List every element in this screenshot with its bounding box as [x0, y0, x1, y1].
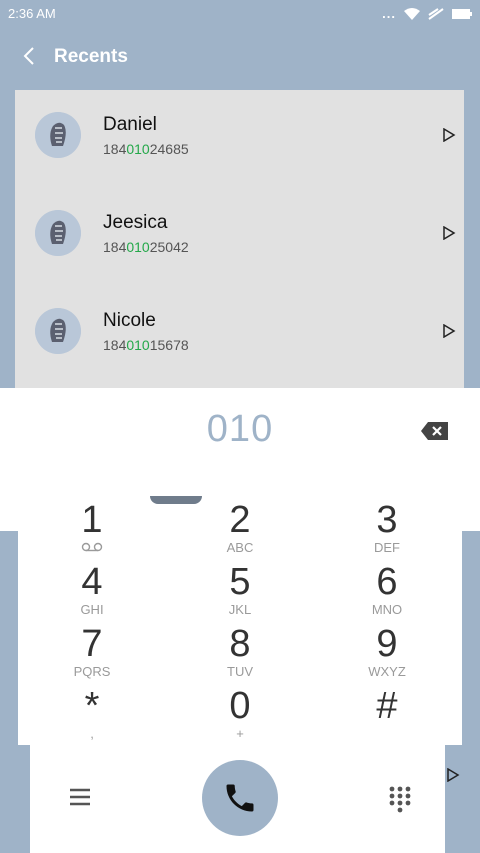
contact-name: Nicole — [103, 310, 156, 331]
key-digit: 8 — [229, 623, 251, 665]
key-2[interactable]: 2 ABC — [170, 500, 310, 562]
key-8[interactable]: 8 TUV — [170, 624, 310, 686]
signal-icon — [428, 7, 444, 20]
key-letters: + — [236, 726, 244, 741]
dial-input[interactable]: 010 — [0, 408, 480, 451]
key-letters: JKL — [228, 602, 252, 617]
number-match: 010 — [126, 239, 150, 255]
key-0[interactable]: 0 + — [170, 686, 310, 748]
key-7[interactable]: 7 PQRS — [22, 624, 162, 686]
key-letters: MNO — [371, 602, 403, 617]
avatar-icon — [35, 308, 81, 354]
key-digit: * — [84, 685, 100, 727]
dialer-actions — [30, 745, 445, 853]
key-letters: , — [90, 726, 94, 741]
keypad-icon[interactable] — [388, 785, 412, 813]
number-match: 010 — [126, 337, 150, 353]
play-icon[interactable] — [442, 324, 456, 338]
contact-name: Daniel — [103, 114, 157, 135]
key-letters: ABC — [226, 540, 254, 555]
key-5[interactable]: 5 JKL — [170, 562, 310, 624]
key-letters: TUV — [227, 664, 253, 679]
voicemail-icon — [22, 540, 162, 556]
list-item[interactable]: Nicole 18401015678 — [15, 286, 464, 384]
key-9[interactable]: 9 WXYZ — [317, 624, 457, 686]
key-3[interactable]: 3 DEF — [317, 500, 457, 562]
key-star[interactable]: * , — [22, 686, 162, 748]
number-match: 010 — [126, 141, 150, 157]
list-item[interactable]: Jeesica 18401025042 — [15, 188, 464, 286]
key-digit: # — [376, 685, 398, 727]
key-digit: 1 — [81, 499, 103, 541]
key-digit: 3 — [376, 499, 398, 541]
backspace-icon[interactable] — [420, 420, 450, 442]
status-more: ... — [382, 6, 396, 21]
contact-name: Jeesica — [103, 212, 168, 233]
key-letters: GHI — [80, 602, 104, 617]
call-button[interactable] — [202, 760, 278, 836]
contact-number: 18401015678 — [103, 337, 189, 353]
page-title: Recents — [54, 46, 128, 67]
avatar — [35, 210, 81, 256]
battery-icon — [452, 8, 472, 19]
avatar — [35, 308, 81, 354]
key-digit: 6 — [376, 561, 398, 603]
header: Recents — [0, 40, 480, 76]
recents-list: Daniel 18401024685 Jeesica 18401025042 N… — [15, 90, 464, 388]
status-icons: ... — [382, 6, 472, 21]
contact-number: 18401025042 — [103, 239, 189, 255]
key-digit: 0 — [229, 685, 251, 727]
play-icon[interactable] — [442, 226, 456, 240]
key-digit: 4 — [81, 561, 103, 603]
key-1[interactable]: 1 — [22, 500, 162, 562]
key-digit: 7 — [81, 623, 103, 665]
phone-icon — [226, 784, 254, 812]
key-letters: DEF — [374, 540, 400, 555]
key-letters: WXYZ — [368, 664, 406, 679]
menu-icon[interactable] — [68, 785, 92, 809]
status-time: 2:36 AM — [8, 6, 56, 21]
wifi-icon — [404, 7, 420, 20]
key-digit: 2 — [229, 499, 251, 541]
key-6[interactable]: 6 MNO — [317, 562, 457, 624]
key-4[interactable]: 4 GHI — [22, 562, 162, 624]
list-item[interactable]: Daniel 18401024685 — [15, 90, 464, 188]
contact-number: 18401024685 — [103, 141, 189, 157]
key-digit: 5 — [229, 561, 251, 603]
play-icon[interactable] — [442, 128, 456, 142]
status-bar: 2:36 AM ... — [0, 0, 480, 28]
key-hash[interactable]: # — [317, 686, 457, 748]
back-icon[interactable] — [20, 46, 40, 66]
avatar-icon — [35, 210, 81, 256]
key-letters: PQRS — [73, 664, 111, 679]
avatar-icon — [35, 112, 81, 158]
play-icon[interactable] — [446, 768, 460, 782]
key-digit: 9 — [376, 623, 398, 665]
avatar — [35, 112, 81, 158]
